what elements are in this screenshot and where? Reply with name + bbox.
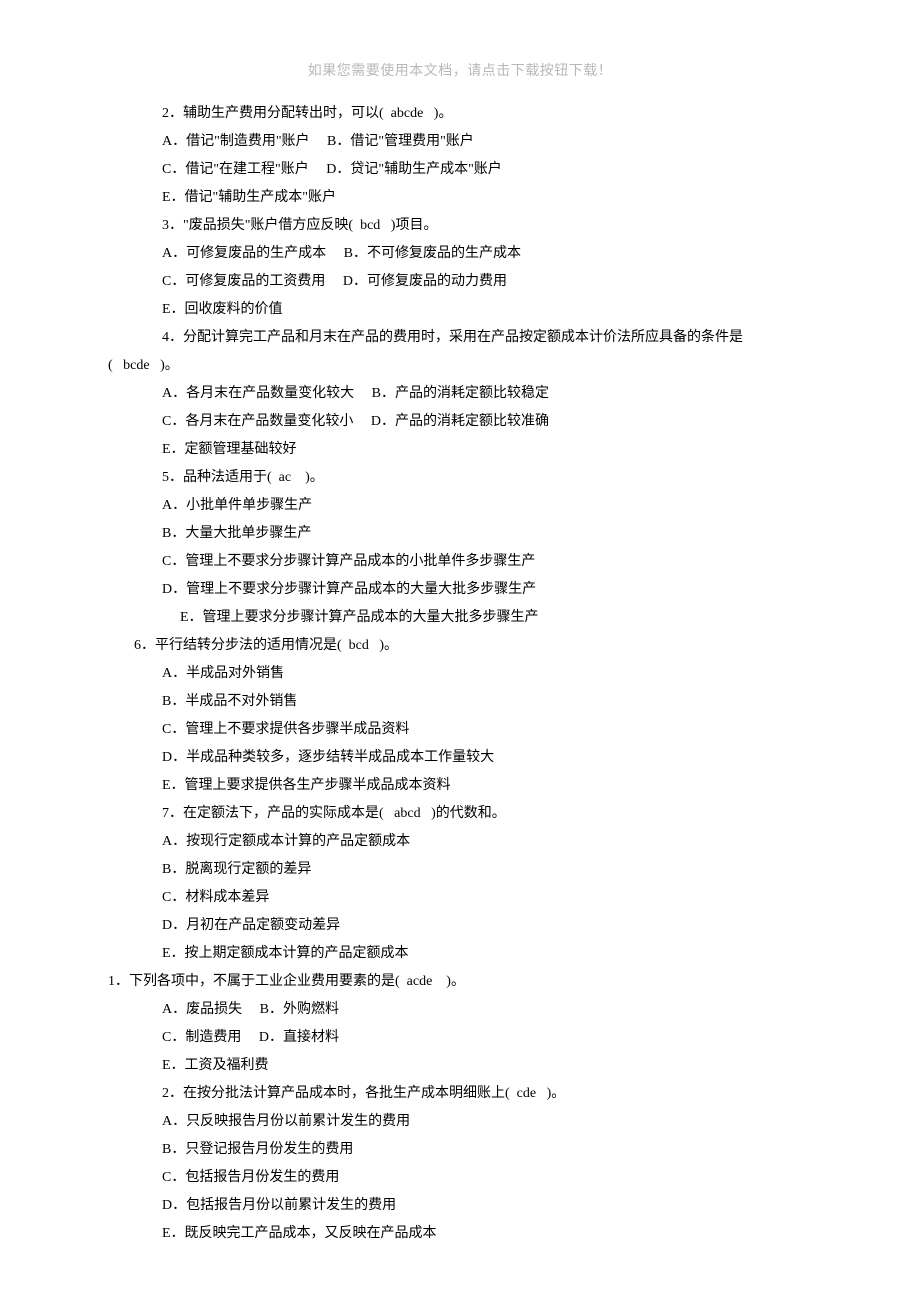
text-line: C．包括报告月份发生的费用: [108, 1164, 812, 1192]
text-line: 2．在按分批法计算产品成本时，各批生产成本明细账上( cde )。: [108, 1080, 812, 1108]
text-line: A．各月末在产品数量变化较大 B．产品的消耗定额比较稳定: [108, 380, 812, 408]
text-line: D．半成品种类较多，逐步结转半成品成本工作量较大: [108, 744, 812, 772]
text-line: B．脱离现行定额的差异: [108, 856, 812, 884]
text-line: C．借记"在建工程"账户 D．贷记"辅助生产成本"账户: [108, 156, 812, 184]
text-line: 5．品种法适用于( ac )。: [108, 464, 812, 492]
text-line: 2．辅助生产费用分配转出时，可以( abcde )。: [108, 100, 812, 128]
text-line: A．可修复废品的生产成本 B．不可修复废品的生产成本: [108, 240, 812, 268]
text-line: A．小批单件单步骤生产: [108, 492, 812, 520]
text-line: 7．在定额法下，产品的实际成本是( abcd )的代数和。: [108, 800, 812, 828]
text-line: A．借记"制造费用"账户 B．借记"管理费用"账户: [108, 128, 812, 156]
text-line: C．制造费用 D．直接材料: [108, 1024, 812, 1052]
text-line: E．回收废料的价值: [108, 296, 812, 324]
header-note: 如果您需要使用本文档，请点击下载按钮下载！: [0, 0, 920, 100]
text-line: C．管理上不要求分步骤计算产品成本的小批单件多步骤生产: [108, 548, 812, 576]
text-line: 4．分配计算完工产品和月末在产品的费用时，采用在产品按定额成本计价法所应具备的条…: [108, 324, 812, 352]
text-line: B．只登记报告月份发生的费用: [108, 1136, 812, 1164]
text-line: E．既反映完工产品成本，又反映在产品成本: [108, 1220, 812, 1248]
text-line: E．管理上要求分步骤计算产品成本的大量大批多步骤生产: [108, 604, 812, 632]
text-line: E．按上期定额成本计算的产品定额成本: [108, 940, 812, 968]
text-line: A．按现行定额成本计算的产品定额成本: [108, 828, 812, 856]
text-line: 6．平行结转分步法的适用情况是( bcd )。: [108, 632, 812, 660]
text-line: 3．"废品损失"账户借方应反映( bcd )项目。: [108, 212, 812, 240]
text-line: D．包括报告月份以前累计发生的费用: [108, 1192, 812, 1220]
text-line: E．定额管理基础较好: [108, 436, 812, 464]
text-line: D．月初在产品定额变动差异: [108, 912, 812, 940]
text-line: C．可修复废品的工资费用 D．可修复废品的动力费用: [108, 268, 812, 296]
text-line: B．半成品不对外销售: [108, 688, 812, 716]
text-line: D．管理上不要求分步骤计算产品成本的大量大批多步骤生产: [108, 576, 812, 604]
text-line: B．大量大批单步骤生产: [108, 520, 812, 548]
text-line: ( bcde )。: [108, 352, 812, 380]
text-line: A．废品损失 B．外购燃料: [108, 996, 812, 1024]
document-body: 2．辅助生产费用分配转出时，可以( abcde )。A．借记"制造费用"账户 B…: [0, 100, 920, 1248]
text-line: C．管理上不要求提供各步骤半成品资料: [108, 716, 812, 744]
text-line: E．工资及福利费: [108, 1052, 812, 1080]
text-line: E．管理上要求提供各生产步骤半成品成本资料: [108, 772, 812, 800]
text-line: E．借记"辅助生产成本"账户: [108, 184, 812, 212]
text-line: C．材料成本差异: [108, 884, 812, 912]
text-line: C．各月末在产品数量变化较小 D．产品的消耗定额比较准确: [108, 408, 812, 436]
text-line: A．半成品对外销售: [108, 660, 812, 688]
text-line: 1．下列各项中，不属于工业企业费用要素的是( acde )。: [108, 968, 812, 996]
text-line: A．只反映报告月份以前累计发生的费用: [108, 1108, 812, 1136]
